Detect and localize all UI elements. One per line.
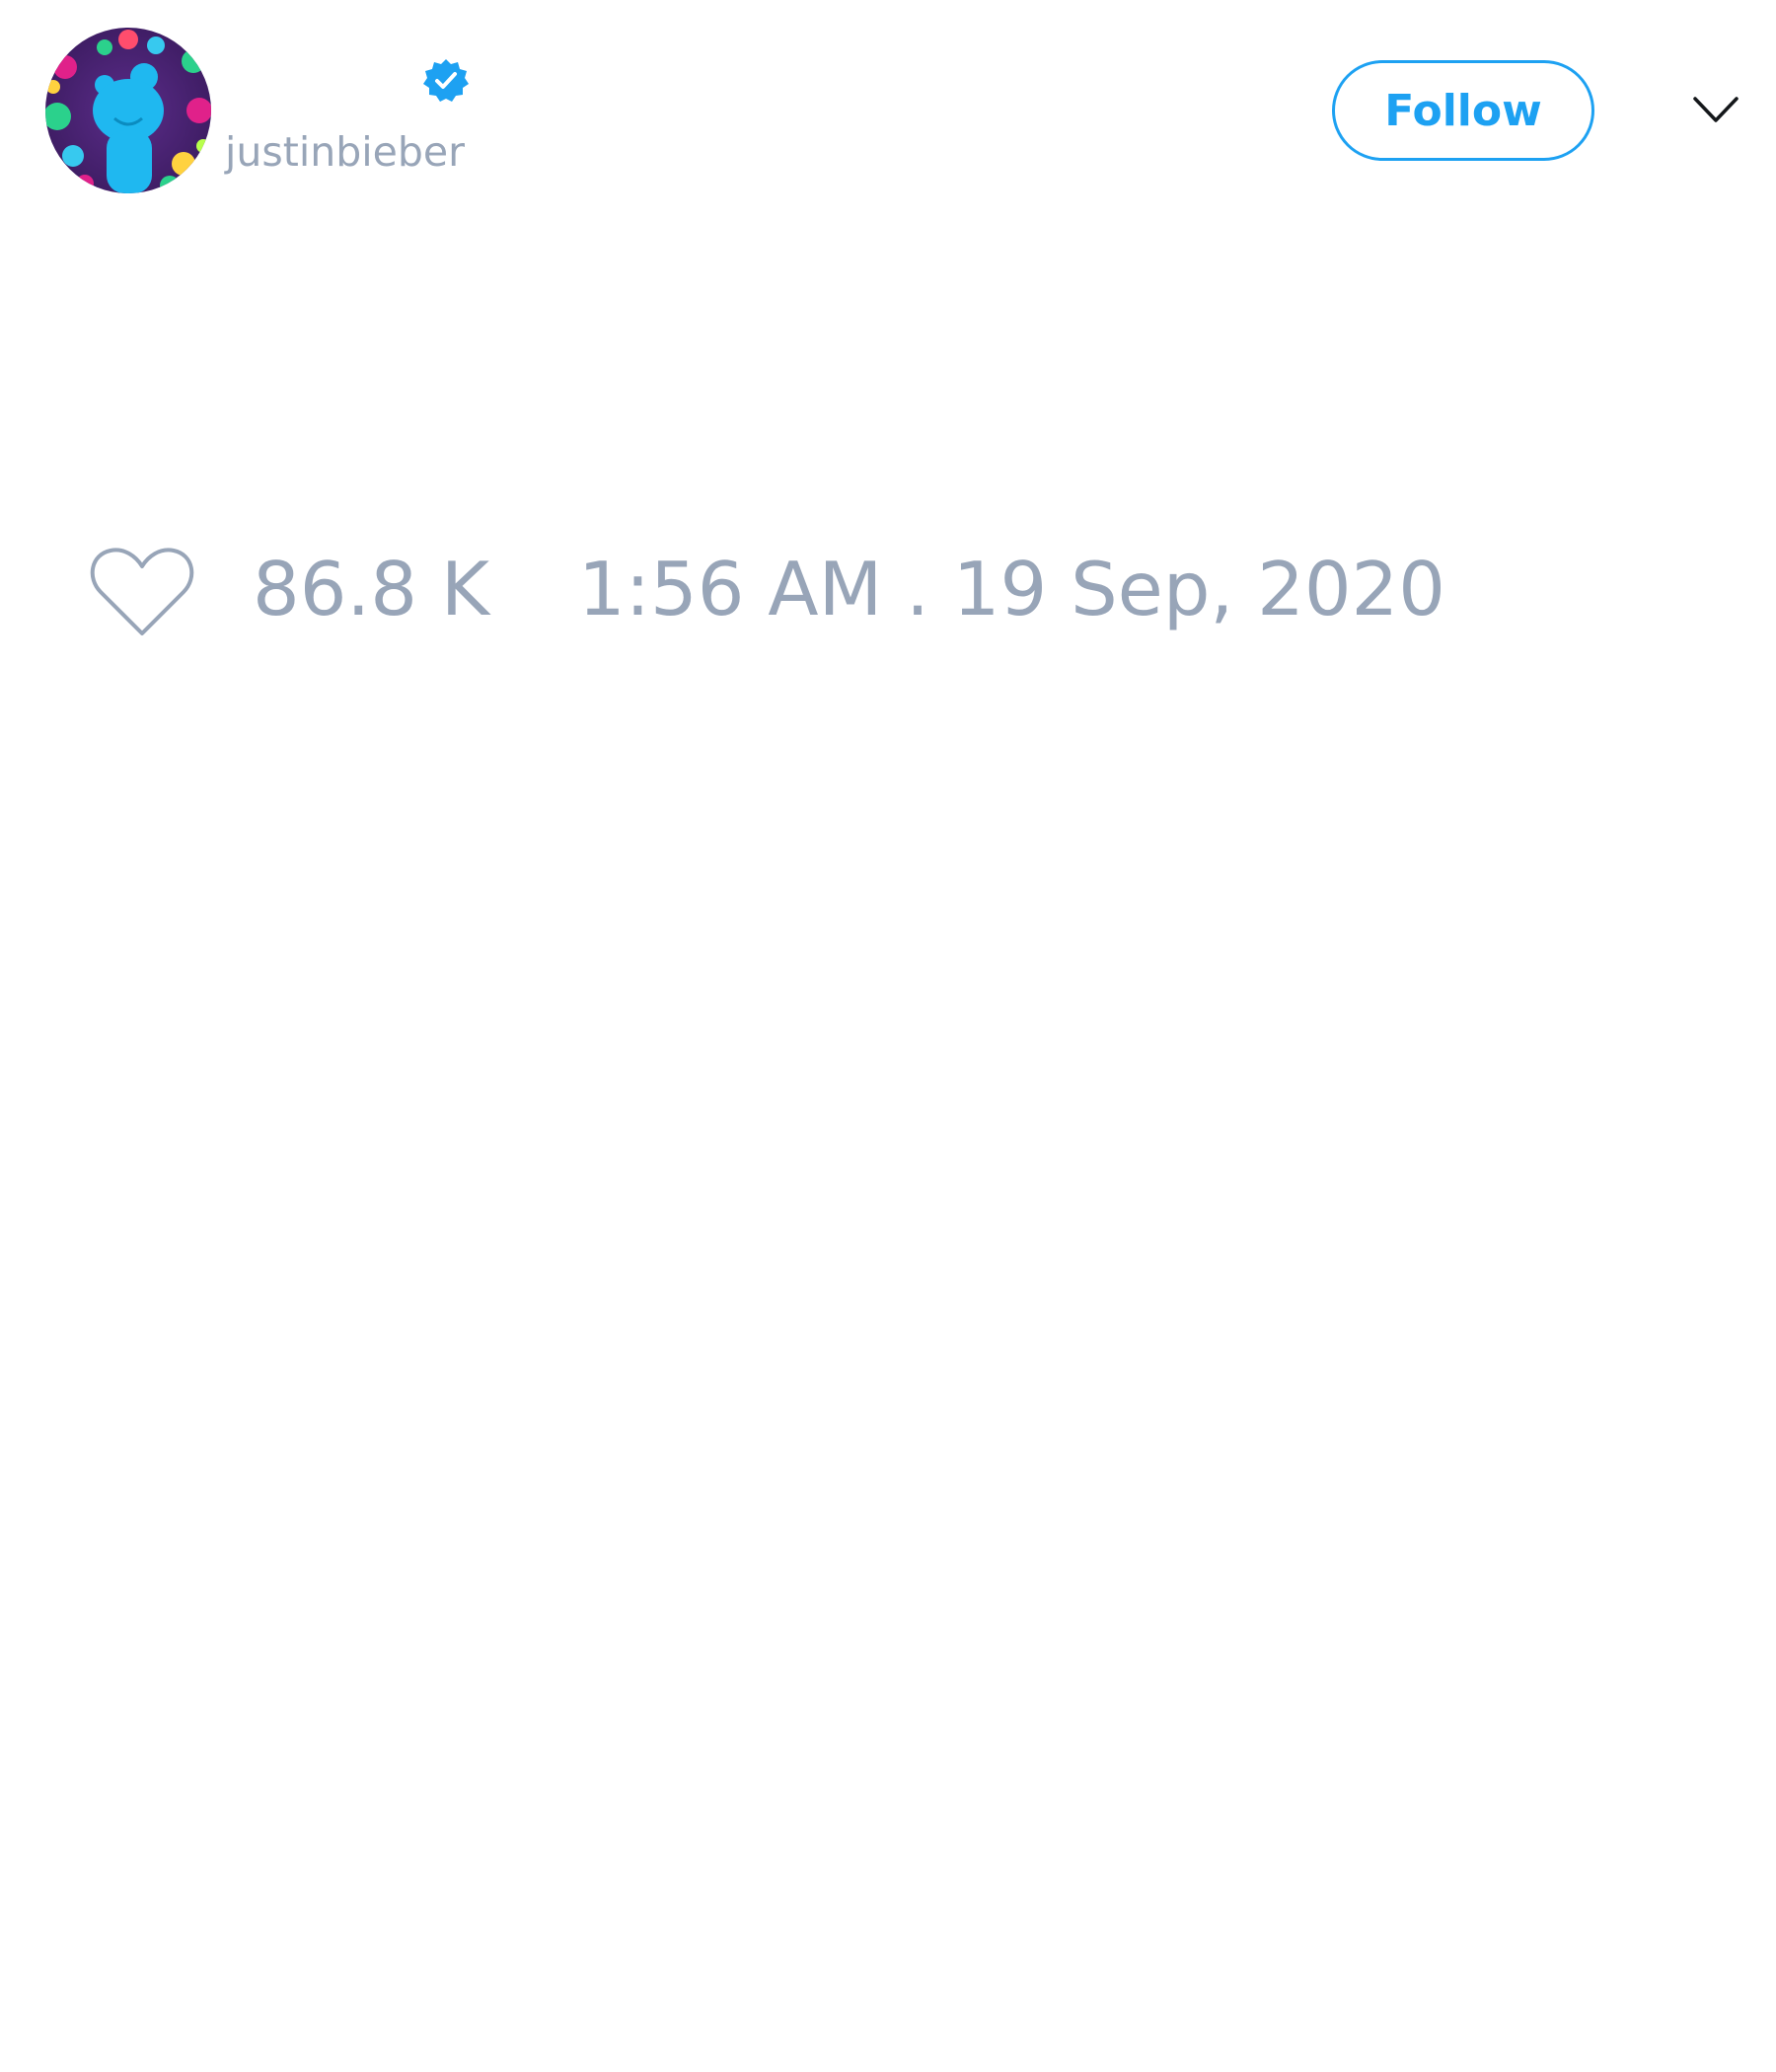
chevron-down-icon[interactable] <box>1691 89 1740 130</box>
user-handle[interactable]: justinbieber <box>225 126 465 178</box>
tweet-card: justinbieber Follow 86.8 K 1:56 AM . 19 … <box>0 0 1776 2072</box>
follow-button[interactable]: Follow <box>1332 60 1594 161</box>
tweet-meta: 86.8 K 1:56 AM . 19 Sep, 2020 <box>0 533 1776 651</box>
tweet-timestamp[interactable]: 1:56 AM . 19 Sep, 2020 <box>578 545 1445 633</box>
tweet-header: justinbieber Follow <box>0 0 1776 217</box>
like-count: 86.8 K <box>253 546 490 632</box>
cartoon-avatar-icon <box>45 28 211 193</box>
verified-badge-icon <box>422 57 470 105</box>
avatar[interactable] <box>45 28 211 193</box>
heart-outline-icon[interactable] <box>89 543 195 639</box>
